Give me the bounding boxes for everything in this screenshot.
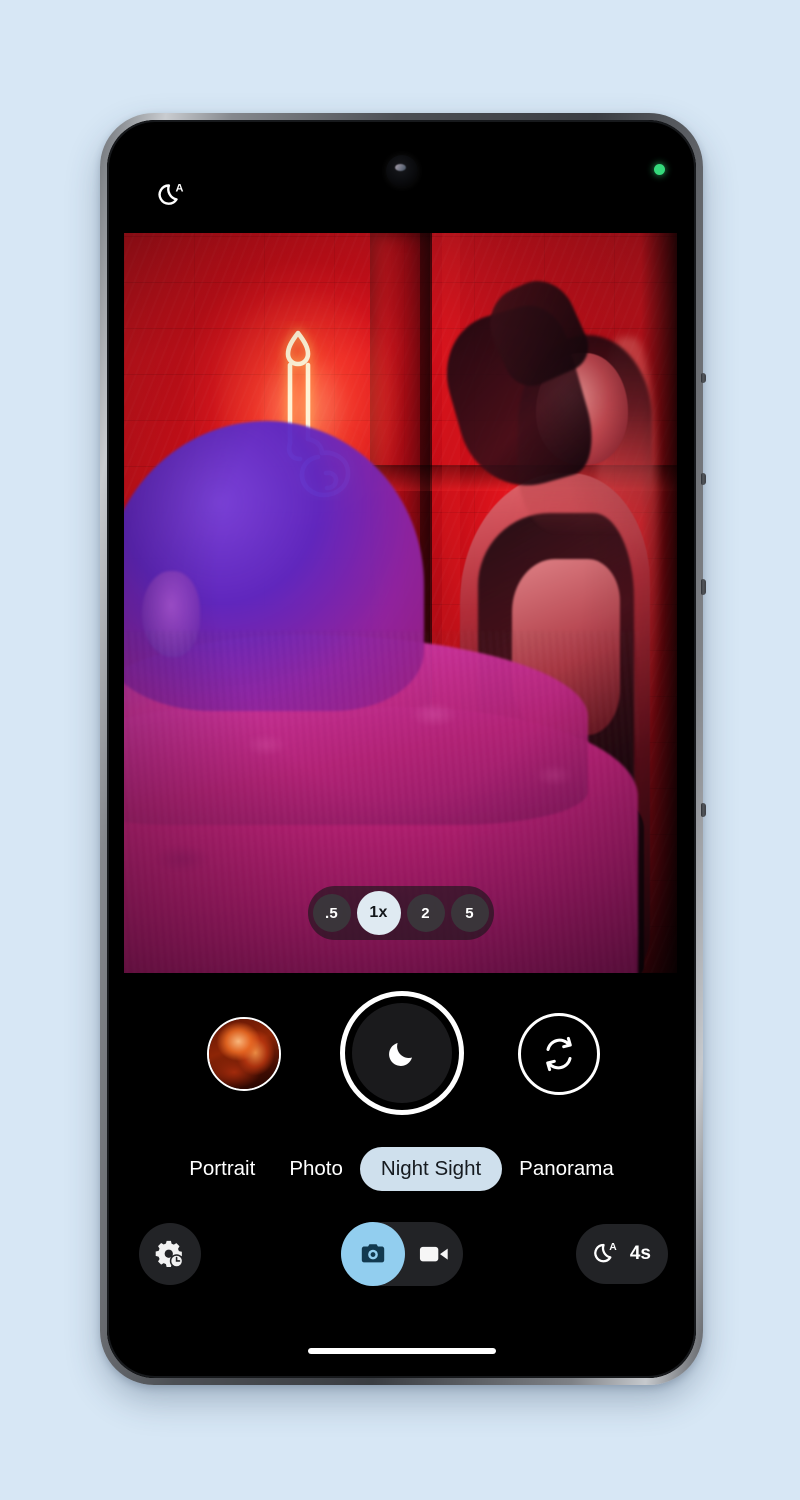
- zoom-option-0_5[interactable]: .5: [312, 894, 351, 932]
- gear-timer-icon[interactable]: [139, 1223, 201, 1285]
- punch-hole-camera-icon: [385, 155, 418, 187]
- zoom-level-bar[interactable]: .5 1x 2 5: [307, 886, 494, 940]
- camera-flip-icon[interactable]: [518, 1013, 600, 1095]
- zoom-option-5x[interactable]: 5: [450, 894, 489, 932]
- capture-mode-toggle[interactable]: [340, 1222, 463, 1286]
- shutter-button-inner: [351, 1003, 452, 1103]
- side-button-top[interactable]: [701, 373, 706, 383]
- moon-auto-icon: A: [594, 1242, 617, 1263]
- moon-icon: [388, 1043, 412, 1066]
- phone-device: A .5 1x 2 5 Portrait Photo Night Sight P…: [100, 113, 706, 1385]
- phone-body: A .5 1x 2 5 Portrait Photo Night Sight P…: [107, 120, 696, 1378]
- shutter-row: [107, 991, 696, 1121]
- bottom-tool-bar: A 4s: [107, 1219, 696, 1291]
- zoom-option-2x[interactable]: 2: [406, 894, 445, 932]
- home-indicator-bar[interactable]: [307, 1348, 496, 1354]
- shutter-button[interactable]: [339, 991, 464, 1115]
- mode-panorama[interactable]: Panorama: [502, 1147, 631, 1191]
- gallery-thumbnail[interactable]: [207, 1017, 281, 1091]
- night-sight-duration-label: 4s: [629, 1243, 651, 1264]
- mode-portrait[interactable]: Portrait: [172, 1147, 272, 1191]
- moon-auto-icon[interactable]: A: [154, 178, 190, 214]
- night-sight-timer-button[interactable]: A 4s: [575, 1224, 668, 1284]
- status-bar: A: [107, 120, 696, 233]
- mode-photo[interactable]: Photo: [272, 1147, 360, 1191]
- zoom-option-1x[interactable]: 1x: [356, 891, 401, 935]
- scene-vignette: [124, 233, 677, 973]
- camera-controls: Portrait Photo Night Sight Panorama A 4s: [107, 973, 696, 1378]
- camera-icon[interactable]: [340, 1222, 405, 1286]
- svg-text:A: A: [176, 183, 184, 195]
- phone-screen: A .5 1x 2 5 Portrait Photo Night Sight P…: [107, 120, 696, 1378]
- power-button[interactable]: [701, 803, 706, 817]
- screenshot-canvas: A .5 1x 2 5 Portrait Photo Night Sight P…: [0, 0, 800, 1500]
- mode-selector[interactable]: Portrait Photo Night Sight Panorama: [107, 1141, 696, 1197]
- volume-up-button[interactable]: [701, 473, 706, 485]
- volume-down-button[interactable]: [701, 579, 706, 595]
- green-privacy-dot-icon: [654, 164, 665, 175]
- gallery-thumbnail-image: [209, 1019, 279, 1089]
- camera-viewfinder[interactable]: .5 1x 2 5: [124, 233, 677, 973]
- mode-night-sight[interactable]: Night Sight: [359, 1147, 503, 1191]
- svg-text:A: A: [609, 1242, 617, 1253]
- video-camera-icon[interactable]: [405, 1243, 463, 1265]
